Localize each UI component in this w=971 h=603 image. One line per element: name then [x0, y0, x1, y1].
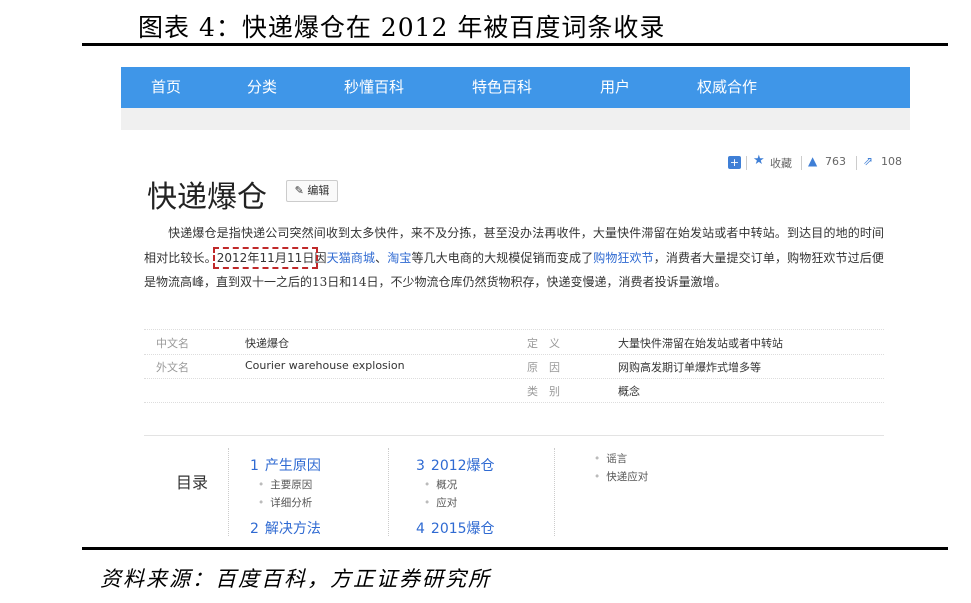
star-icon[interactable]: ★ — [753, 153, 765, 168]
toc-divider — [554, 448, 556, 536]
share-count: 108 — [881, 155, 902, 168]
toc-subsection[interactable]: • 主要原因 — [258, 477, 312, 492]
entry-summary: 快递爆仓是指快递公司突然间收到太多快件，来不及分拣，甚至没办法再收件，大量快件滞… — [144, 221, 884, 295]
figure-title: 图表 4：快递爆仓在 2012 年被百度词条收录 — [138, 13, 666, 42]
toc-sub-label: 主要原因 — [270, 479, 313, 491]
plus-square-icon[interactable]: + — [728, 156, 741, 169]
infobox-line — [144, 354, 884, 355]
tool-separator — [856, 156, 857, 170]
edit-button[interactable]: ✎ 编辑 — [286, 180, 338, 202]
toc-sub-label: 谣言 — [606, 453, 628, 465]
toc-subsection[interactable]: • 详细分析 — [258, 495, 312, 510]
infobox-key-chinese-name: 中文名 — [156, 337, 189, 350]
bullet-dot-icon: • — [594, 453, 601, 465]
share-icon[interactable]: ⇗ — [863, 154, 873, 168]
thumbs-up-icon[interactable]: ▲ — [808, 154, 817, 168]
bullet-dot-icon: • — [594, 471, 601, 483]
toc-section-1[interactable]: 1 产生原因 — [250, 455, 321, 475]
summary-text: 、 — [375, 250, 388, 265]
infobox-value-chinese-name: 快递爆仓 — [245, 337, 289, 350]
toc-num: 1 — [250, 458, 259, 474]
infobox-key-cause: 原 因 — [527, 361, 560, 374]
infobox-key-foreign-name: 外文名 — [156, 361, 189, 374]
toc-title: 产生原因 — [264, 458, 321, 474]
toc-sub-label: 应对 — [436, 497, 458, 509]
pencil-icon: ✎ — [294, 184, 304, 197]
infobox-value-foreign-name: Courier warehouse explosion — [245, 359, 405, 372]
toc-sub-label: 概况 — [436, 479, 458, 491]
table-of-contents: 目录 1 产生原因 • 主要原因 • 详细分析 2 解决方法 3 2012爆仓 • 概况 •… — [144, 435, 884, 545]
tool-separator — [801, 156, 802, 170]
toc-title: 2012爆仓 — [430, 458, 495, 474]
infobox-line — [144, 378, 884, 379]
infobox-line — [144, 329, 884, 330]
bullet-dot-icon: • — [424, 497, 431, 509]
edit-label: 编辑 — [307, 184, 330, 197]
top-rule — [82, 43, 948, 46]
toc-sub-label: 快递应对 — [606, 471, 649, 483]
link-tmall[interactable]: 天猫商城 — [327, 251, 375, 265]
nav-item-home[interactable]: 首页 — [151, 67, 181, 108]
toc-section-4[interactable]: 4 2015爆仓 — [416, 518, 495, 538]
tool-separator — [746, 156, 747, 170]
infobox-key-definition: 定 义 — [527, 337, 560, 350]
nav-item-special-baike[interactable]: 特色百科 — [472, 67, 532, 108]
toc-num: 3 — [416, 458, 425, 474]
summary-text: 等几大电商的大规模促销而变成了 — [411, 250, 594, 265]
nav-item-second-baike[interactable]: 秒懂百科 — [344, 67, 404, 108]
infobox-line — [144, 402, 884, 403]
toc-section-2[interactable]: 2 解决方法 — [250, 518, 321, 538]
bullet-dot-icon: • — [258, 497, 265, 509]
summary-text: 因 — [314, 250, 327, 265]
toc-num: 2 — [250, 521, 259, 537]
infobox-value-category: 概念 — [618, 385, 640, 398]
link-taobao[interactable]: 淘宝 — [387, 251, 411, 265]
toc-divider — [388, 448, 390, 536]
toc-section-3[interactable]: 3 2012爆仓 — [416, 455, 495, 475]
link-shopping-festival[interactable]: 购物狂欢节 — [593, 251, 654, 265]
favorite-label[interactable]: 收藏 — [770, 155, 792, 171]
like-count: 763 — [825, 155, 846, 168]
infobox-key-category: 类 别 — [527, 385, 560, 398]
toc-subsection[interactable]: • 快递应对 — [594, 469, 648, 484]
toc-sub-label: 详细分析 — [270, 497, 313, 509]
infobox-value-cause: 网购高发期订单爆炸式增多等 — [618, 361, 761, 374]
toc-divider — [228, 448, 230, 536]
figure-source: 资料来源：百度百科，方正证券研究所 — [100, 567, 491, 591]
bullet-dot-icon: • — [258, 479, 265, 491]
baike-screenshot: 首页 分类 秒懂百科 特色百科 用户 权威合作 + ★ 收藏 ▲ 763 ⇗ 1… — [121, 67, 910, 545]
toc-subsection[interactable]: • 谣言 — [594, 451, 627, 466]
infobox-value-definition: 大量快件滞留在始发站或者中转站 — [618, 337, 783, 350]
entry-title: 快递爆仓 — [147, 180, 267, 215]
toc-title: 解决方法 — [264, 521, 321, 537]
bottom-rule — [82, 547, 948, 550]
toc-subsection[interactable]: • 应对 — [424, 495, 457, 510]
bullet-dot-icon: • — [424, 479, 431, 491]
toc-subsection[interactable]: • 概况 — [424, 477, 457, 492]
nav-item-user[interactable]: 用户 — [600, 67, 630, 108]
toc-num: 4 — [416, 521, 425, 537]
sub-nav-bar — [121, 108, 910, 130]
highlighted-date: 2012年11月11日 — [212, 246, 319, 269]
nav-item-authority[interactable]: 权威合作 — [697, 67, 757, 108]
toc-title: 2015爆仓 — [430, 521, 495, 537]
nav-item-category[interactable]: 分类 — [247, 67, 277, 108]
toc-label: 目录 — [176, 473, 209, 492]
top-nav-bar: 首页 分类 秒懂百科 特色百科 用户 权威合作 — [121, 67, 910, 108]
